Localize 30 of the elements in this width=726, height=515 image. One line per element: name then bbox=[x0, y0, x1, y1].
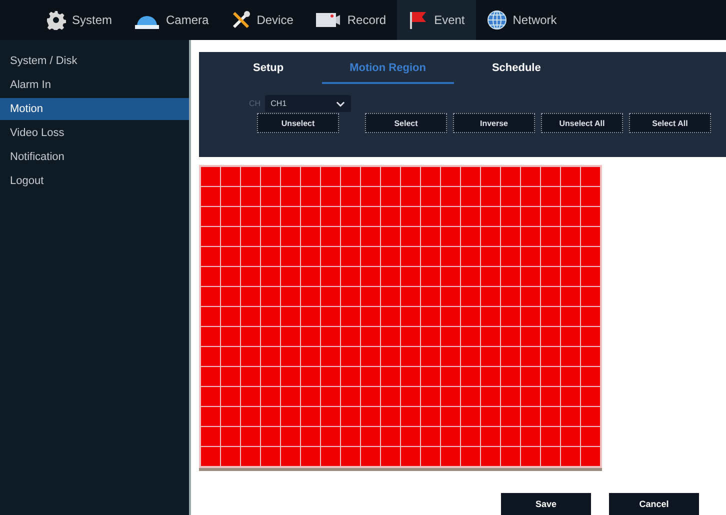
recorder-icon bbox=[315, 10, 342, 30]
channel-label: CH bbox=[249, 99, 261, 108]
region-button[interactable]: Select bbox=[365, 113, 447, 133]
region-button[interactable]: Inverse bbox=[453, 113, 535, 133]
sidebar-item[interactable]: Notification bbox=[0, 146, 189, 168]
globe-icon bbox=[486, 10, 507, 30]
menu-tab[interactable]: System bbox=[35, 0, 124, 40]
sidebar-item[interactable]: Logout bbox=[0, 170, 189, 192]
menu-tab[interactable]: Record bbox=[304, 0, 398, 40]
motion-region-grid[interactable] bbox=[199, 165, 602, 471]
menu-tab[interactable]: Device bbox=[220, 0, 304, 40]
channel-dropdown[interactable]: CH1 bbox=[264, 95, 351, 112]
menu-tab[interactable]: Network bbox=[476, 0, 568, 40]
menu-tab[interactable]: Event bbox=[397, 0, 476, 40]
sidebar-item[interactable]: Alarm In bbox=[0, 74, 189, 96]
sidebar-item[interactable]: System / Disk bbox=[0, 50, 189, 72]
gear-icon bbox=[46, 10, 66, 30]
region-button[interactable]: Unselect All bbox=[541, 113, 623, 133]
tab[interactable]: Schedule bbox=[488, 62, 545, 84]
flag-icon bbox=[408, 10, 428, 30]
tab[interactable]: Setup bbox=[249, 62, 288, 84]
footer-button[interactable]: Save bbox=[501, 493, 591, 515]
footer-button[interactable]: Cancel bbox=[609, 493, 699, 515]
tools-icon bbox=[230, 10, 251, 30]
caret-icon bbox=[336, 100, 345, 106]
region-button[interactable]: Unselect bbox=[257, 113, 339, 133]
menu-tab[interactable]: Camera bbox=[123, 0, 220, 40]
sidebar-item[interactable]: Video Loss bbox=[0, 122, 189, 144]
sidebar-item[interactable]: Motion bbox=[0, 98, 189, 120]
region-button[interactable]: Select All bbox=[629, 113, 711, 133]
